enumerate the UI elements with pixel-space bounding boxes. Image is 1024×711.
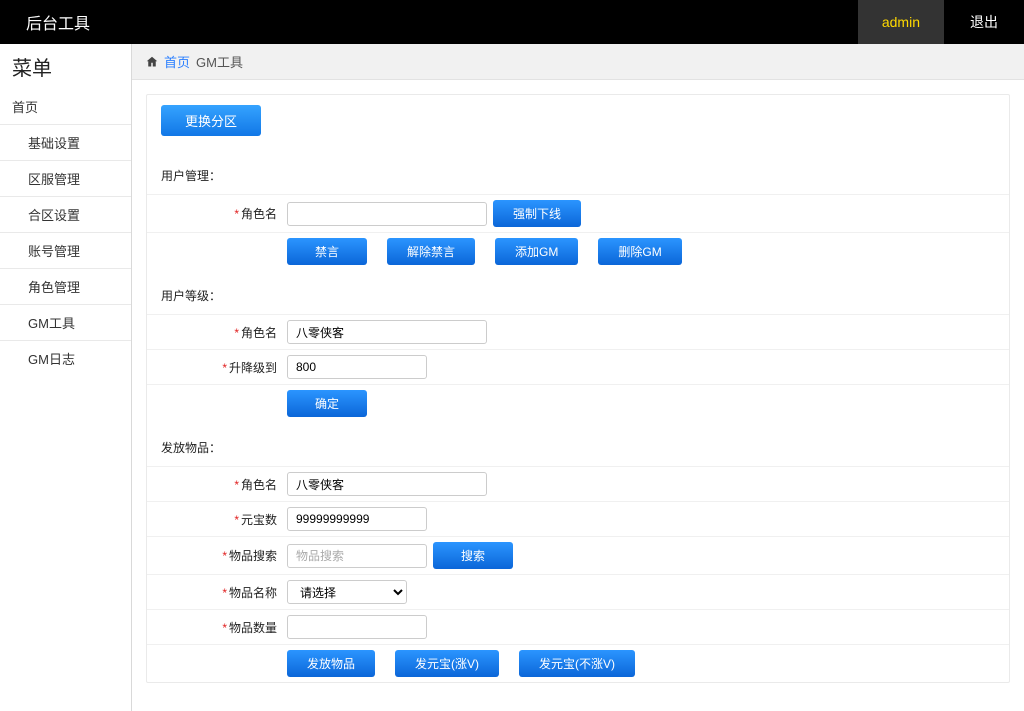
yuanbao-label: 元宝数 — [241, 513, 277, 527]
level-target-input[interactable] — [287, 355, 427, 379]
breadcrumb-home[interactable]: 首页 — [164, 52, 190, 71]
section-user-mgmt-title: 用户管理： — [161, 157, 995, 194]
item-role-label: 角色名 — [241, 478, 277, 492]
breadcrumb-current: GM工具 — [196, 52, 243, 71]
sidebar: 菜单 首页 基础设置 区服管理 合区设置 账号管理 角色管理 GM工具 GM日志 — [0, 44, 132, 711]
level-confirm-button[interactable]: 确定 — [287, 390, 367, 417]
level-target-label: 升降级到 — [229, 361, 277, 375]
sidebar-item-merge-settings[interactable]: 合区设置 — [0, 197, 131, 233]
current-user[interactable]: admin — [858, 0, 944, 44]
level-role-input[interactable] — [287, 320, 487, 344]
section-level-title: 用户等级： — [161, 277, 995, 314]
user-role-input[interactable] — [287, 202, 487, 226]
breadcrumb: 首页 GM工具 — [132, 44, 1024, 80]
delete-gm-button[interactable]: 删除GM — [598, 238, 681, 265]
sidebar-item-zone-mgmt[interactable]: 区服管理 — [0, 161, 131, 197]
give-yuanbao-nov-button[interactable]: 发元宝(不涨V) — [519, 650, 635, 677]
give-item-button[interactable]: 发放物品 — [287, 650, 375, 677]
item-search-input[interactable] — [287, 544, 427, 568]
force-offline-button[interactable]: 强制下线 — [493, 200, 581, 227]
app-brand: 后台工具 — [0, 10, 116, 34]
sidebar-home[interactable]: 首页 — [0, 89, 131, 125]
user-role-label: 角色名 — [241, 207, 277, 221]
change-zone-button[interactable]: 更换分区 — [161, 105, 261, 136]
item-name-label: 物品名称 — [229, 586, 277, 600]
item-qty-input[interactable] — [287, 615, 427, 639]
sidebar-item-gm-tools[interactable]: GM工具 — [0, 305, 131, 341]
unmute-button[interactable]: 解除禁言 — [387, 238, 475, 265]
sidebar-item-role-mgmt[interactable]: 角色管理 — [0, 269, 131, 305]
item-search-label: 物品搜索 — [229, 549, 277, 563]
item-role-input[interactable] — [287, 472, 487, 496]
logout-button[interactable]: 退出 — [944, 0, 1024, 44]
sidebar-item-basic-settings[interactable]: 基础设置 — [0, 125, 131, 161]
sidebar-item-gm-logs[interactable]: GM日志 — [0, 341, 131, 376]
item-name-select[interactable]: 请选择 — [287, 580, 407, 604]
yuanbao-input[interactable] — [287, 507, 427, 531]
item-search-button[interactable]: 搜索 — [433, 542, 513, 569]
mute-button[interactable]: 禁言 — [287, 238, 367, 265]
sidebar-item-account-mgmt[interactable]: 账号管理 — [0, 233, 131, 269]
level-role-label: 角色名 — [241, 326, 277, 340]
add-gm-button[interactable]: 添加GM — [495, 238, 578, 265]
section-items-title: 发放物品： — [161, 429, 995, 466]
item-qty-label: 物品数量 — [229, 621, 277, 635]
home-icon — [146, 56, 158, 68]
give-yuanbao-v-button[interactable]: 发元宝(涨V) — [395, 650, 499, 677]
sidebar-title: 菜单 — [0, 44, 131, 89]
